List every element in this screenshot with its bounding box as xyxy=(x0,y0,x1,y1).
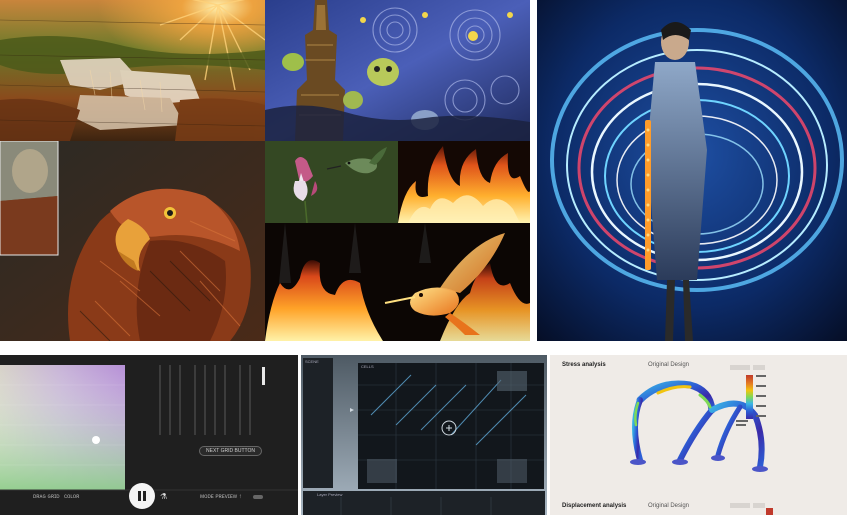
toggle-icon[interactable] xyxy=(253,495,263,499)
pause-icon xyxy=(138,491,141,501)
stress-colorbar xyxy=(746,375,753,419)
deep-dream-starry-night xyxy=(265,0,530,141)
fire-hummingbird-render xyxy=(265,223,530,341)
next-grid-button[interactable]: NEXT GRID BUTTON xyxy=(199,446,262,456)
displacement-subtitle: Original Design xyxy=(648,503,690,509)
mode-preview-label: ᴍᴏᴅᴇ ᴘʀᴇᴠɪᴇᴡ ↑ xyxy=(200,494,242,500)
drag-grid-label: ᴅʀᴀɢ ɢʀɪᴅ xyxy=(33,494,60,500)
hummingbird-columbine-photo xyxy=(265,141,398,223)
waterfall-sunburst-painting xyxy=(0,0,265,141)
flames-photo xyxy=(398,141,530,223)
displacement-title: Displacement analysis xyxy=(562,503,627,509)
eagle-oil-painting xyxy=(0,141,265,341)
scene-panel-title: SCENE xyxy=(305,359,319,364)
scene-grid-tool-screenshot: SCENE CELLS Layer Preview xyxy=(301,355,547,515)
pause-button[interactable] xyxy=(129,483,155,509)
color-grid-tool-screenshot: NEXT GRID BUTTON ᴅʀᴀɢ ɢʀɪᴅ ᴄᴏʟᴏʀ ⚗ ᴍᴏᴅᴇ … xyxy=(0,355,298,515)
cells-panel-title: CELLS xyxy=(361,364,374,369)
scene-panel xyxy=(303,358,333,488)
layer-preview-title: Layer Preview xyxy=(317,492,343,497)
stress-analysis-figure: Stress analysis Original Design Displace… xyxy=(550,355,847,515)
color-label: ᴄᴏʟᴏʀ xyxy=(64,494,80,500)
eagle-inset-photo xyxy=(0,141,59,256)
light-sculpture-dress-photo xyxy=(537,0,847,341)
microscope-icon[interactable]: ⚗ xyxy=(160,492,167,501)
